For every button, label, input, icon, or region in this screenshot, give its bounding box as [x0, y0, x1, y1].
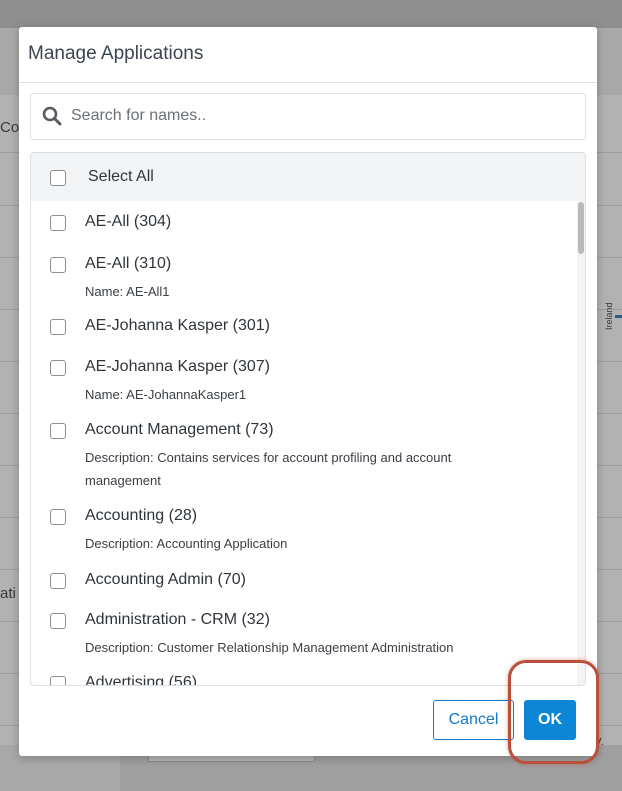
item-subtext: Description: Contains services for accou…: [85, 450, 452, 488]
background-text: ati: [0, 585, 16, 602]
item-name: AE-All (310): [85, 255, 172, 272]
item-checkbox[interactable]: [50, 215, 66, 231]
item-checkbox[interactable]: [50, 319, 66, 335]
item-name: Advertising (56): [85, 674, 198, 685]
select-all-checkbox[interactable]: [50, 170, 66, 186]
list-item[interactable]: AE-Johanna Kasper (307) Name: AE-Johanna…: [31, 346, 577, 409]
item-subtext: Description: Accounting Application: [85, 536, 288, 551]
item-name: Accounting (28): [85, 507, 198, 524]
item-checkbox[interactable]: [50, 257, 66, 273]
list-item[interactable]: Advertising (56): [31, 662, 577, 685]
cancel-button[interactable]: Cancel: [433, 700, 514, 740]
item-name: AE-All (304): [85, 213, 172, 230]
dialog-title: Manage Applications: [28, 43, 204, 64]
item-name: Administration - CRM (32): [85, 611, 270, 628]
select-all-row[interactable]: Select All: [31, 153, 585, 201]
search-icon: [42, 106, 62, 126]
item-checkbox[interactable]: [50, 423, 66, 439]
item-checkbox[interactable]: [50, 676, 66, 685]
item-name: Account Management (73): [85, 421, 274, 438]
list-item[interactable]: AE-All (304): [31, 201, 577, 243]
list-item[interactable]: Administration - CRM (32) Description: C…: [31, 599, 577, 662]
scrollbar-thumb[interactable]: [578, 202, 584, 254]
list-item[interactable]: Accounting Admin (70): [31, 559, 577, 599]
list-item[interactable]: Accounting (28) Description: Accounting …: [31, 495, 577, 559]
list-item[interactable]: Account Management (73) Description: Con…: [31, 409, 577, 495]
ok-button-highlight-annotation: [508, 660, 599, 764]
item-checkbox[interactable]: [50, 360, 66, 376]
item-checkbox[interactable]: [50, 613, 66, 629]
item-subtext: Name: AE-JohannaKasper1: [85, 387, 247, 402]
application-items: AE-All (304) AE-All (310) Name: AE-All1 …: [31, 201, 577, 685]
applications-list: Select All AE-All (304) AE-All (310) Nam…: [30, 152, 586, 686]
dialog-header: Manage Applications: [19, 27, 597, 83]
background-text: Co: [0, 119, 20, 136]
background-vertical-label: Ireland: [604, 302, 614, 330]
item-subtext: Description: Customer Relationship Manag…: [85, 640, 454, 655]
background-topbar: [0, 0, 622, 28]
background-chart-bar: [615, 315, 622, 318]
item-name: Accounting Admin (70): [85, 571, 246, 588]
item-checkbox[interactable]: [50, 573, 66, 589]
item-subtext: Name: AE-All1: [85, 284, 170, 299]
item-name: AE-Johanna Kasper (307): [85, 358, 270, 375]
select-all-label: Select All: [88, 168, 154, 185]
item-name: AE-Johanna Kasper (301): [85, 317, 270, 334]
search-box[interactable]: [30, 93, 586, 140]
list-item[interactable]: AE-Johanna Kasper (301): [31, 305, 577, 346]
list-scrollbar[interactable]: [577, 201, 585, 685]
list-item[interactable]: AE-All (310) Name: AE-All1: [31, 243, 577, 305]
manage-applications-dialog: Manage Applications Select All AE-All (3…: [19, 27, 597, 756]
search-input[interactable]: [71, 102, 571, 130]
item-checkbox[interactable]: [50, 509, 66, 525]
